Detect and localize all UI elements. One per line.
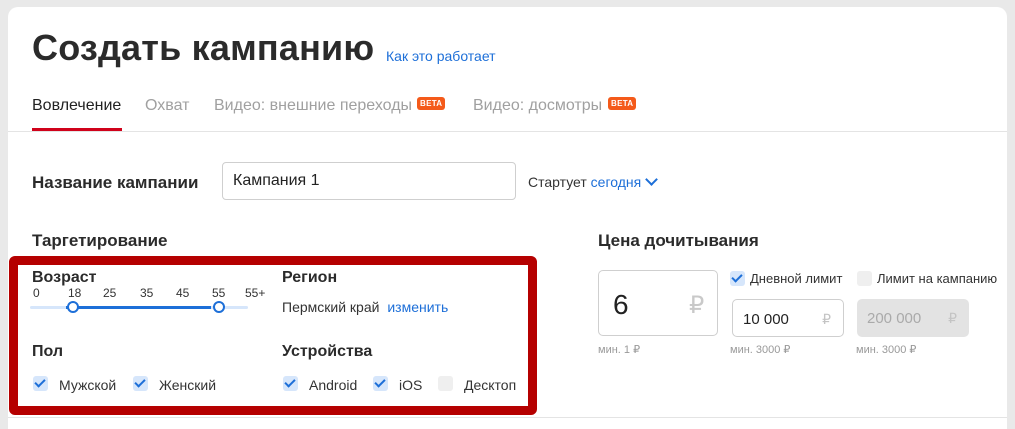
price-value: 6: [613, 289, 629, 320]
divider: [8, 417, 1007, 418]
device-android-checkbox[interactable]: [283, 376, 298, 391]
device-ios-label: iOS: [399, 377, 423, 393]
tab-label: Видео: внешние переходы: [214, 97, 413, 114]
price-input[interactable]: 6 ₽: [598, 270, 718, 336]
page-title: Создать кампанию: [32, 27, 375, 68]
tab-label: Видео: досмотры: [473, 97, 603, 114]
starts-label: Стартует: [528, 174, 587, 190]
how-it-works-link[interactable]: Как это работает: [386, 48, 496, 64]
age-tick: 55+: [245, 286, 266, 300]
price-title: Цена дочитывания: [598, 231, 759, 250]
campaign-name-input[interactable]: [222, 162, 516, 200]
age-slider-max-handle[interactable]: [213, 301, 225, 313]
device-ios-checkbox[interactable]: [373, 376, 388, 391]
price-min-hint: мин. 1 ₽: [598, 344, 641, 356]
beta-badge: BETA: [417, 97, 446, 110]
campaign-name-label: Название кампании: [32, 173, 199, 192]
devices-label: Устройства: [282, 343, 373, 360]
campaign-limit-checkbox[interactable]: [857, 271, 872, 286]
start-date-selector: Стартует сегодня: [528, 173, 659, 190]
daily-limit-label: Дневной лимит: [750, 271, 843, 286]
start-date-dropdown[interactable]: сегодня: [590, 173, 659, 190]
age-slider-range: [66, 306, 211, 309]
age-label: Возраст: [32, 269, 97, 286]
chevron-down-icon: [645, 173, 659, 186]
device-android-label: Android: [309, 377, 358, 393]
age-tick: 25: [103, 286, 117, 300]
daily-limit-checkbox[interactable]: [730, 271, 745, 286]
targeting-title: Таргетирование: [32, 231, 168, 250]
device-desktop-label: Десктоп: [464, 377, 517, 393]
age-tick: 55: [212, 286, 226, 300]
daily-limit-hint: мин. 3000 ₽: [730, 344, 791, 356]
region-value-row: Пермский край изменить: [282, 299, 448, 315]
region-value: Пермский край: [282, 299, 380, 315]
device-desktop-checkbox[interactable]: [438, 376, 453, 391]
region-change-link[interactable]: изменить: [387, 299, 448, 315]
tab-video-views[interactable]: Видео: досмотры: [473, 97, 602, 115]
age-tick: 35: [140, 286, 154, 300]
ruble-icon: ₽: [689, 292, 705, 319]
start-date-value: сегодня: [590, 174, 642, 190]
campaign-limit-hint: мин. 3000 ₽: [856, 344, 917, 356]
age-tick: 18: [68, 286, 82, 300]
tab-engagement[interactable]: Вовлечение: [32, 97, 121, 115]
daily-limit-input[interactable]: 10 000 ₽: [732, 299, 844, 337]
campaign-limit-input[interactable]: 200 000 ₽: [857, 299, 969, 337]
gender-female-label: Женский: [159, 377, 217, 393]
age-slider-min-handle[interactable]: [67, 301, 79, 313]
ruble-icon: ₽: [822, 311, 831, 327]
campaign-limit-label: Лимит на кампанию: [877, 271, 998, 286]
tab-video-external-clicks[interactable]: Видео: внешние переходы: [214, 97, 412, 115]
region-label: Регион: [282, 269, 338, 286]
beta-badge: BETA: [608, 97, 637, 110]
gender-male-label: Мужской: [59, 377, 117, 393]
daily-limit-value: 10 000: [743, 311, 789, 328]
age-ticks: 0 18 25 35 45 55 55+: [24, 286, 266, 300]
tab-reach[interactable]: Охват: [145, 97, 189, 115]
gender-label: Пол: [32, 343, 64, 360]
campaign-type-tabs: Вовлечение Охват Видео: внешние переходы…: [8, 87, 1007, 132]
campaign-limit-value: 200 000: [867, 310, 922, 327]
ruble-icon: ₽: [948, 310, 957, 326]
age-tick: 45: [176, 286, 190, 300]
age-tick: 0: [33, 286, 40, 300]
active-tab-indicator: [32, 128, 122, 131]
gender-male-checkbox[interactable]: [33, 376, 48, 391]
gender-female-checkbox[interactable]: [133, 376, 148, 391]
